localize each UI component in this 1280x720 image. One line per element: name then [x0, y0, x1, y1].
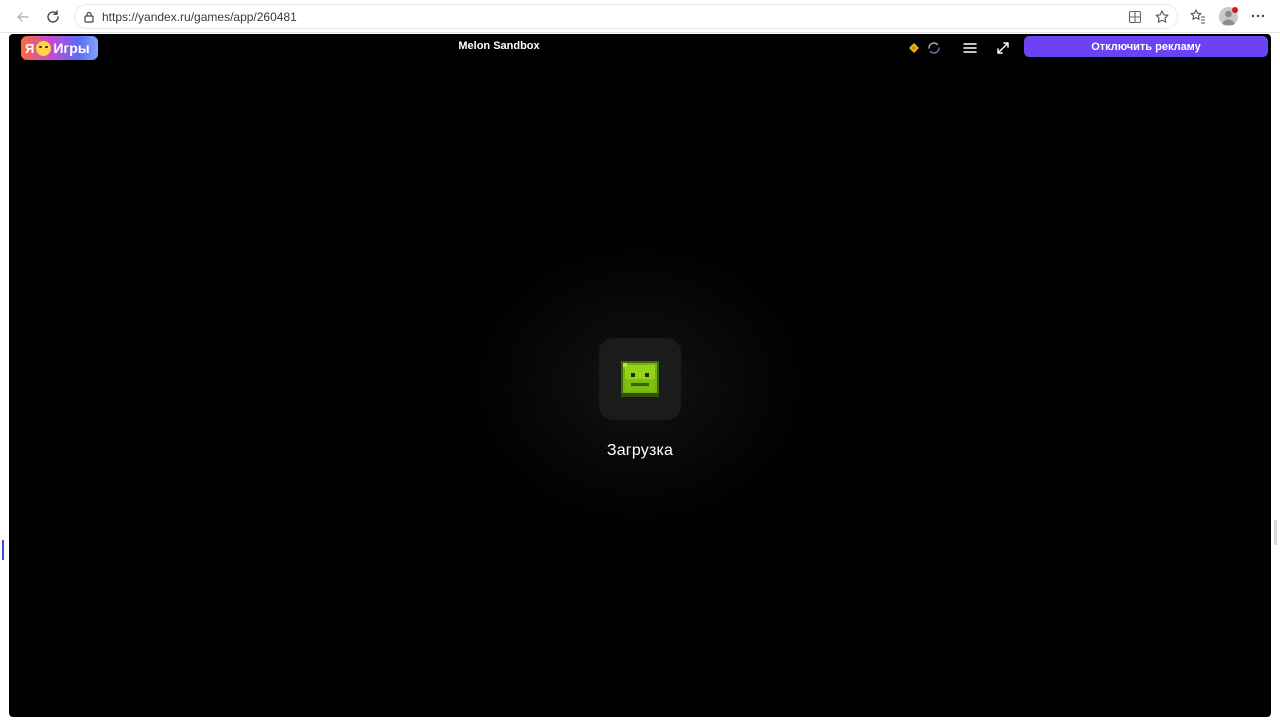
more-icon[interactable]	[1249, 7, 1267, 25]
url-text: https://yandex.ru/games/app/260481	[102, 10, 297, 24]
favorites-icon[interactable]	[1189, 7, 1207, 25]
back-button[interactable]	[12, 6, 34, 28]
loading-label: Загрузка	[606, 442, 674, 459]
spinner-icon	[928, 42, 940, 54]
diamond-icon[interactable]	[905, 39, 923, 57]
game-frame[interactable]: Я Игры Melon Sandbox Отключить рекламу З…	[9, 34, 1271, 717]
address-bar[interactable]: https://yandex.ru/games/app/260481	[74, 4, 1178, 29]
menu-icon[interactable]	[961, 39, 979, 57]
game-icon-tile	[599, 338, 681, 420]
edge-marker	[2, 540, 4, 560]
game-title: Melon Sandbox	[458, 40, 540, 52]
notification-dot	[1232, 7, 1238, 13]
reload-icon	[47, 10, 59, 23]
browser-toolbar: https://yandex.ru/games/app/260481	[0, 0, 1280, 33]
fullscreen-icon[interactable]	[994, 39, 1012, 57]
apps-icon[interactable]	[1127, 9, 1143, 25]
melon-icon	[621, 361, 659, 397]
scrollbar-thumb[interactable]	[1274, 520, 1277, 545]
arrow-left-icon	[17, 12, 29, 22]
lock-icon	[84, 11, 94, 23]
disable-ads-button[interactable]: Отключить рекламу	[1024, 36, 1268, 57]
reload-button[interactable]	[42, 6, 64, 28]
star-icon[interactable]	[1154, 9, 1170, 25]
